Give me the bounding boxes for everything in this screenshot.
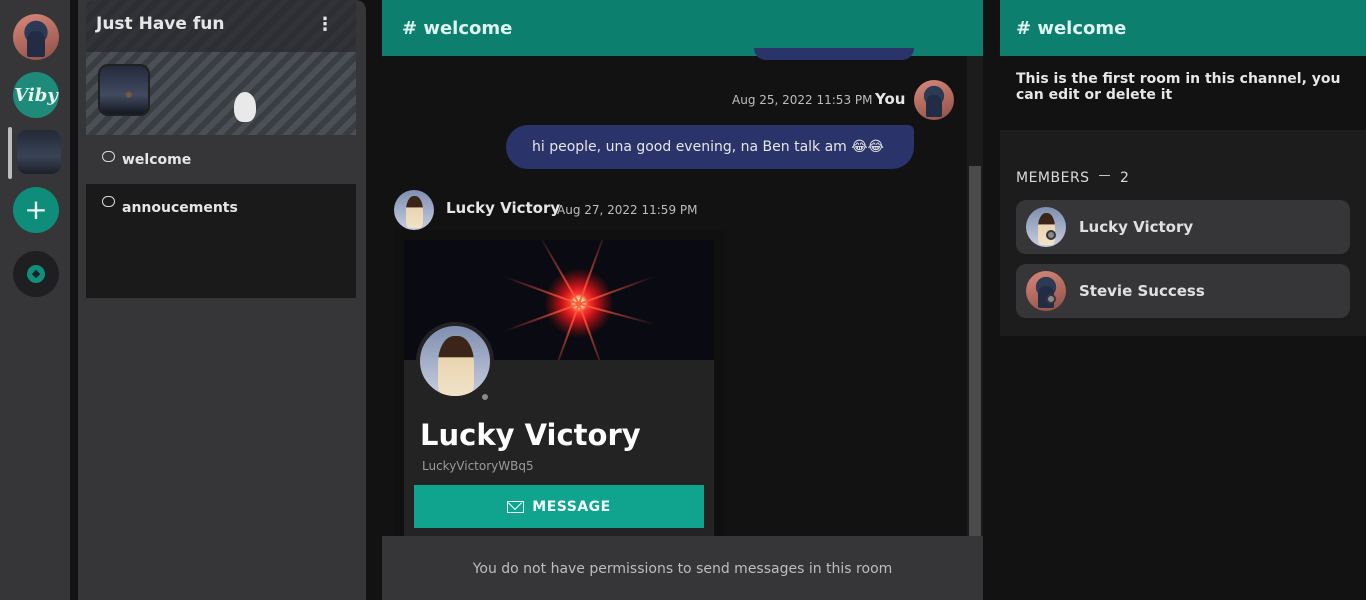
user-avatar[interactable]: [13, 14, 59, 60]
channel-item-annoucements[interactable]: annoucements: [86, 184, 356, 298]
message-avatar[interactable]: [914, 80, 954, 120]
message-avatar[interactable]: [394, 190, 434, 230]
chat-bubble-icon: [102, 196, 115, 207]
permission-notice: You do not have permissions to send mess…: [382, 536, 983, 600]
scrollbar-thumb[interactable]: [969, 166, 981, 536]
message-button-label: MESSAGE: [532, 498, 611, 515]
server-rail: Viby +: [0, 0, 70, 600]
banner-bird-image: [234, 92, 256, 122]
channel-label: welcome: [122, 152, 192, 168]
room-description: This is the first room in this channel, …: [1016, 71, 1341, 103]
status-indicator: [1046, 230, 1056, 240]
more-vertical-icon[interactable]: ⋮: [316, 14, 334, 35]
explore-button[interactable]: [13, 251, 59, 297]
status-indicator: [1046, 294, 1056, 304]
server-icon-selected[interactable]: [17, 130, 61, 174]
compass-icon: [27, 265, 45, 283]
message-text: hi people, una good evening, na Ben talk…: [532, 139, 847, 155]
member-item[interactable]: Stevie Success: [1016, 264, 1350, 318]
message-button[interactable]: MESSAGE: [414, 485, 704, 528]
members-count: 2: [1119, 170, 1130, 186]
members-section: MEMBERS — 2 Lucky Victory Stevie Success: [1000, 130, 1366, 336]
channel-label: annoucements: [122, 200, 238, 216]
channel-item-welcome[interactable]: welcome: [86, 136, 356, 184]
mail-icon: [507, 500, 525, 513]
server-thumbnail: [98, 64, 150, 116]
viby-logo[interactable]: Viby: [13, 72, 59, 118]
chat-area: # welcome Aug 25, 2022 11:53 PM You hi p…: [382, 0, 983, 600]
room-panel: # welcome This is the first room in this…: [1000, 0, 1366, 600]
server-banner: Just Have fun ⋮: [86, 0, 356, 135]
previous-message-bubble: [754, 48, 914, 60]
members-separator: —: [1098, 168, 1112, 182]
member-name: Stevie Success: [1079, 282, 1205, 300]
member-avatar: [1026, 207, 1066, 247]
message-time: Aug 25, 2022 11:53 PM: [732, 93, 873, 107]
channel-panel: Just Have fun ⋮ welcome annoucements: [78, 0, 366, 600]
profile-avatar: [416, 322, 494, 400]
message-author[interactable]: Lucky Victory: [446, 199, 560, 217]
members-label: MEMBERS: [1016, 170, 1090, 186]
add-server-button[interactable]: +: [13, 187, 59, 233]
message-bubble: hi people, una good evening, na Ben talk…: [506, 125, 914, 169]
plus-icon: +: [24, 193, 48, 226]
member-name: Lucky Victory: [1079, 218, 1194, 236]
room-header: # welcome: [1000, 0, 1366, 56]
emoji: 😂: [851, 139, 868, 155]
member-avatar: [1026, 271, 1066, 311]
chat-scrollbar[interactable]: [967, 56, 983, 536]
chat-bubble-icon: [102, 150, 115, 162]
profile-name: Lucky Victory: [420, 418, 641, 452]
viby-logo-text: Viby: [14, 84, 58, 106]
message-time: Aug 27, 2022 11:59 PM: [557, 203, 698, 217]
members-heading: MEMBERS — 2: [1016, 168, 1130, 186]
status-indicator: [480, 392, 490, 402]
selected-server-indicator: [8, 127, 12, 179]
server-name: Just Have fun: [96, 14, 225, 34]
emoji: 😂: [867, 139, 884, 155]
profile-card: Lucky Victory LuckyVictoryWBq5 MESSAGE: [394, 230, 724, 550]
profile-handle: LuckyVictoryWBq5: [422, 459, 534, 473]
message-author: You: [875, 90, 906, 108]
member-item[interactable]: Lucky Victory: [1016, 200, 1350, 254]
